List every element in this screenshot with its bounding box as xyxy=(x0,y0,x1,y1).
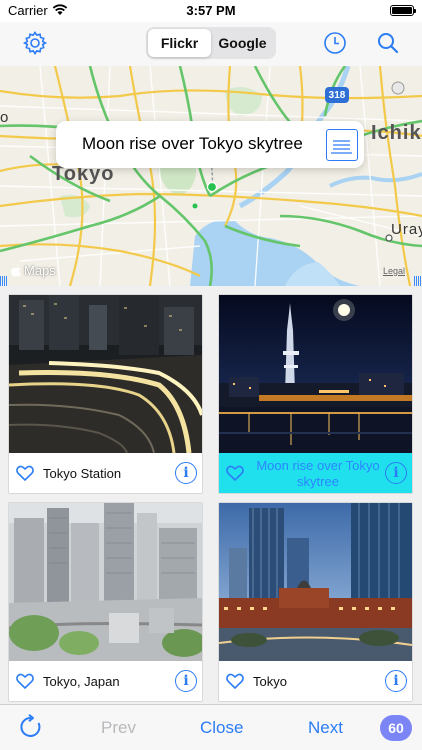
battery-icon xyxy=(390,5,416,16)
heart-icon[interactable] xyxy=(16,673,34,689)
callout-title: Moon rise over Tokyo skytree xyxy=(82,134,303,153)
source-segmented-control: Flickr Google xyxy=(146,27,276,59)
close-button[interactable]: Close xyxy=(200,718,243,738)
photo-title: Tokyo xyxy=(253,674,287,689)
list-detail-icon[interactable] xyxy=(326,129,358,161)
route-shield: 318 xyxy=(325,87,349,103)
photo-caption: Tokyo Station i xyxy=(9,453,202,493)
apple-maps-logo: Maps xyxy=(10,263,56,278)
segment-google[interactable]: Google xyxy=(211,29,274,57)
navigation-bar: Flickr Google xyxy=(0,22,422,66)
heart-icon[interactable] xyxy=(226,673,244,689)
map-label-edge: o xyxy=(0,109,10,126)
maps-brand-text: Maps xyxy=(24,263,56,278)
info-icon[interactable]: i xyxy=(175,670,197,692)
photo-thumbnail[interactable] xyxy=(9,295,202,453)
photo-card-selected[interactable]: Moon rise over Tokyo skytree i xyxy=(218,294,413,494)
search-icon[interactable] xyxy=(373,28,403,58)
status-time: 3:57 PM xyxy=(186,3,236,18)
photo-thumbnail[interactable] xyxy=(219,295,412,453)
photo-caption: Tokyo, Japan i xyxy=(9,661,202,701)
map-label-ichikawa: Ichik xyxy=(371,122,422,144)
map-view[interactable]: Tokyo Ichik Uray o 318 Moon rise over To… xyxy=(0,66,422,286)
refresh-icon[interactable] xyxy=(18,714,44,740)
photo-thumbnail[interactable] xyxy=(9,503,202,661)
info-icon[interactable]: i xyxy=(175,462,197,484)
legal-link[interactable]: Legal xyxy=(383,266,405,276)
photo-card[interactable]: Tokyo i xyxy=(218,502,413,702)
clock-icon[interactable] xyxy=(320,28,350,58)
photo-card[interactable]: Tokyo Station i xyxy=(8,294,203,494)
prev-button[interactable]: Prev xyxy=(101,718,136,738)
heart-icon[interactable] xyxy=(226,465,244,481)
photo-caption: Tokyo i xyxy=(219,661,412,701)
map-callout[interactable]: Moon rise over Tokyo skytree xyxy=(56,121,364,168)
info-icon[interactable]: i xyxy=(385,670,407,692)
photo-thumbnail[interactable] xyxy=(219,503,412,661)
apple-icon xyxy=(10,265,21,277)
settings-gear-icon[interactable] xyxy=(20,28,50,58)
status-bar: Carrier 3:57 PM xyxy=(0,0,422,22)
next-button[interactable]: Next xyxy=(308,718,343,738)
map-edge-right xyxy=(414,276,422,286)
photo-card[interactable]: Tokyo, Japan i xyxy=(8,502,203,702)
heart-icon[interactable] xyxy=(16,465,34,481)
map-label-urayasu: Uray xyxy=(391,221,422,238)
photo-title: Tokyo, Japan xyxy=(43,674,120,689)
photo-title: Moon rise over Tokyo skytree xyxy=(256,458,380,489)
result-count-badge: 60 xyxy=(380,715,412,741)
segment-flickr[interactable]: Flickr xyxy=(148,29,211,57)
photo-caption: Moon rise over Tokyo skytree i xyxy=(219,453,412,493)
map-edge-left xyxy=(0,276,8,286)
bottom-toolbar: Prev Close Next 60 xyxy=(0,704,422,750)
photo-title: Tokyo Station xyxy=(43,466,122,481)
photo-grid[interactable]: Tokyo Station i Moon rise over Tokyo sky… xyxy=(0,286,422,704)
info-icon[interactable]: i xyxy=(385,462,407,484)
